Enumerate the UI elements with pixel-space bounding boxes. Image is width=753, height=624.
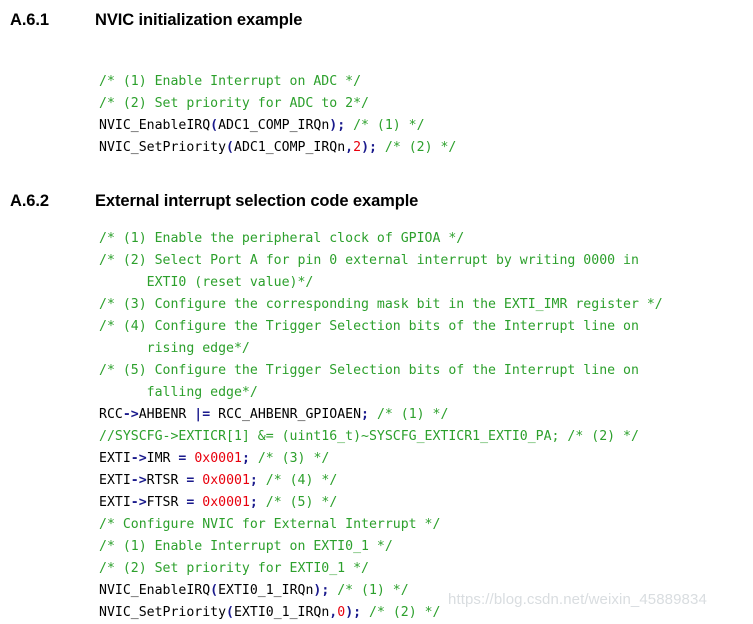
code-line: rising edge*/ bbox=[99, 338, 663, 360]
code-token-plain: EXTI bbox=[99, 451, 131, 466]
code-token-punct: ( bbox=[210, 583, 219, 598]
code-block-external-interrupt-selection[interactable]: /* (1) Enable the peripheral clock of GP… bbox=[99, 228, 663, 624]
code-token-plain: ADC1_COMP_IRQn bbox=[234, 140, 346, 155]
code-token-comment: /* (1) */ bbox=[329, 583, 409, 598]
section-title: External interrupt selection code exampl… bbox=[95, 192, 419, 210]
code-token-comment: /* (2) Set priority for ADC to 2*/ bbox=[99, 96, 369, 111]
code-token-plain: FTSR bbox=[146, 495, 187, 510]
code-token-comment: /* (2) */ bbox=[376, 140, 457, 155]
code-token-comment: /* (1) Enable the peripheral clock of GP… bbox=[99, 231, 465, 246]
code-line: /* (1) Enable Interrupt on EXTI0_1 */ bbox=[99, 536, 663, 558]
code-token-plain: AHBENR bbox=[138, 407, 195, 422]
code-token-punct: ; bbox=[249, 473, 258, 488]
code-line: EXTI->FTSR = 0x0001; /* (5) */ bbox=[99, 492, 663, 514]
code-token-op: |= bbox=[194, 407, 211, 422]
code-token-comment: /* (2) Set priority for EXTI0_1 */ bbox=[99, 561, 369, 576]
code-token-punct: ; bbox=[249, 495, 258, 510]
code-token-comment: //SYSCFG->EXTICR[1] &= (uint16_t)~SYSCFG… bbox=[99, 429, 639, 444]
code-line: EXTI0 (reset value)*/ bbox=[99, 272, 663, 294]
code-token-comment: /* (2) */ bbox=[361, 605, 441, 620]
code-token-comment: /* (3) Configure the corresponding mask … bbox=[99, 297, 663, 312]
code-token-plain: NVIC_SetPriority bbox=[99, 605, 227, 620]
code-token-comment: /* (1) Enable Interrupt on ADC */ bbox=[99, 74, 362, 89]
code-line: NVIC_SetPriority(ADC1_COMP_IRQn,2); /* (… bbox=[99, 137, 456, 159]
code-token-punct: ); bbox=[329, 118, 346, 133]
code-line: /* Configure NVIC for External Interrupt… bbox=[99, 514, 663, 536]
code-token-comment: /* (4) */ bbox=[257, 473, 338, 488]
code-token-op: -> bbox=[130, 473, 147, 488]
code-token-plain: EXTI0_1_IRQn bbox=[218, 583, 314, 598]
document-page: A.6.1 NVIC initialization example /* (1)… bbox=[0, 0, 753, 620]
code-line: /* (1) Enable the peripheral clock of GP… bbox=[99, 228, 663, 250]
code-token-plain: RCC_AHBENR_GPIOAEN bbox=[210, 407, 362, 422]
code-token-plain: NVIC_SetPriority bbox=[99, 140, 227, 155]
code-token-comment: /* Configure NVIC for External Interrupt… bbox=[99, 517, 441, 532]
code-token-plain: RTSR bbox=[146, 473, 187, 488]
code-token-number: 0x0001 bbox=[202, 495, 250, 510]
code-line: NVIC_EnableIRQ(ADC1_COMP_IRQn); /* (1) *… bbox=[99, 115, 456, 137]
code-line: /* (5) Configure the Trigger Selection b… bbox=[99, 360, 663, 382]
code-token-punct: ); bbox=[313, 583, 330, 598]
code-token-punct: ); bbox=[361, 140, 377, 155]
code-token-punct: ); bbox=[345, 605, 362, 620]
section-number: A.6.2 bbox=[10, 192, 49, 210]
code-token-plain: EXTI bbox=[99, 473, 131, 488]
code-token-comment: /* (3) */ bbox=[249, 451, 330, 466]
code-token-plain: EXTI0_1_IRQn bbox=[234, 605, 330, 620]
code-token-op: -> bbox=[130, 451, 147, 466]
code-token-number: 0x0001 bbox=[202, 473, 250, 488]
code-line: EXTI->IMR = 0x0001; /* (3) */ bbox=[99, 448, 663, 470]
code-token-plain: RCC bbox=[99, 407, 123, 422]
code-token-comment: /* (5) Configure the Trigger Selection b… bbox=[99, 363, 639, 378]
code-line: /* (4) Configure the Trigger Selection b… bbox=[99, 316, 663, 338]
code-line: /* (2) Select Port A for pin 0 external … bbox=[99, 250, 663, 272]
code-line: EXTI->RTSR = 0x0001; /* (4) */ bbox=[99, 470, 663, 492]
section-heading-a62: A.6.2 External interrupt selection code … bbox=[0, 192, 418, 211]
section-title: NVIC initialization example bbox=[95, 11, 303, 29]
code-token-comment: /* (4) Configure the Trigger Selection b… bbox=[99, 319, 639, 334]
section-heading-a61: A.6.1 NVIC initialization example bbox=[0, 11, 302, 30]
code-token-op: -> bbox=[122, 407, 139, 422]
code-token-plain: ADC1_COMP_IRQn bbox=[218, 118, 330, 133]
code-token-punct: ; bbox=[361, 407, 369, 422]
code-line: RCC->AHBENR |= RCC_AHBENR_GPIOAEN; /* (1… bbox=[99, 404, 663, 426]
code-line: //SYSCFG->EXTICR[1] &= (uint16_t)~SYSCFG… bbox=[99, 426, 663, 448]
code-token-comment: /* (1) */ bbox=[369, 407, 449, 422]
code-line: falling edge*/ bbox=[99, 382, 663, 404]
code-token-number: 0 bbox=[337, 605, 346, 620]
code-line: /* (1) Enable Interrupt on ADC */ bbox=[99, 71, 456, 93]
code-token-comment: /* (1) */ bbox=[345, 118, 425, 133]
code-token-punct: ; bbox=[241, 451, 250, 466]
code-line: /* (3) Configure the corresponding mask … bbox=[99, 294, 663, 316]
code-token-comment: /* (5) */ bbox=[257, 495, 338, 510]
code-token-punct: ( bbox=[226, 605, 234, 620]
code-line: /* (2) Set priority for ADC to 2*/ bbox=[99, 93, 456, 115]
code-block-nvic-initialization[interactable]: /* (1) Enable Interrupt on ADC */ /* (2) … bbox=[99, 71, 456, 159]
code-token-number: 0x0001 bbox=[194, 451, 242, 466]
section-number: A.6.1 bbox=[10, 11, 49, 29]
code-token-comment: /* (1) Enable Interrupt on EXTI0_1 */ bbox=[99, 539, 393, 554]
code-line: NVIC_SetPriority(EXTI0_1_IRQn,0); /* (2)… bbox=[99, 602, 663, 624]
code-line: /* (2) Set priority for EXTI0_1 */ bbox=[99, 558, 663, 580]
code-token-punct: ( bbox=[210, 118, 219, 133]
code-line: NVIC_EnableIRQ(EXTI0_1_IRQn); /* (1) */ bbox=[99, 580, 663, 602]
code-token-plain: NVIC_EnableIRQ bbox=[99, 118, 211, 133]
code-token-comment: falling edge*/ bbox=[99, 385, 258, 400]
code-token-plain: IMR bbox=[146, 451, 179, 466]
code-token-punct: , bbox=[345, 140, 354, 155]
code-token-comment: rising edge*/ bbox=[99, 341, 250, 356]
code-token-plain: EXTI bbox=[99, 495, 131, 510]
code-token-punct: ( bbox=[226, 140, 234, 155]
code-token-comment: EXTI0 (reset value)*/ bbox=[99, 275, 314, 290]
code-token-plain: NVIC_EnableIRQ bbox=[99, 583, 211, 598]
code-token-op: -> bbox=[130, 495, 147, 510]
code-token-number: 2 bbox=[353, 140, 362, 155]
code-token-comment: /* (2) Select Port A for pin 0 external … bbox=[99, 253, 639, 268]
